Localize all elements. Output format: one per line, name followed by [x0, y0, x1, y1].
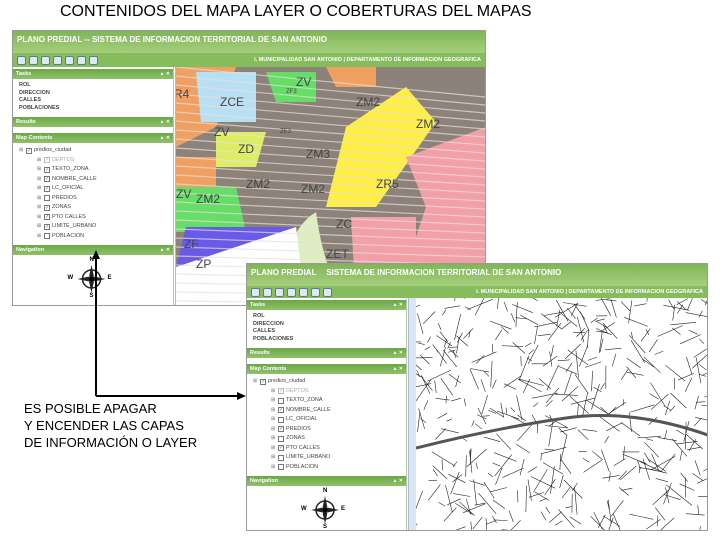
caption-line: ES POSIBLE APAGAR — [24, 401, 157, 416]
caption-line: Y ENCENDER LAS CAPAS — [24, 418, 184, 433]
callout-arrow — [92, 250, 246, 400]
caption: ES POSIBLE APAGAR Y ENCENDER LAS CAPAS D… — [24, 400, 197, 451]
caption-line: DE INFORMACIÓN O LAYER — [24, 435, 198, 450]
